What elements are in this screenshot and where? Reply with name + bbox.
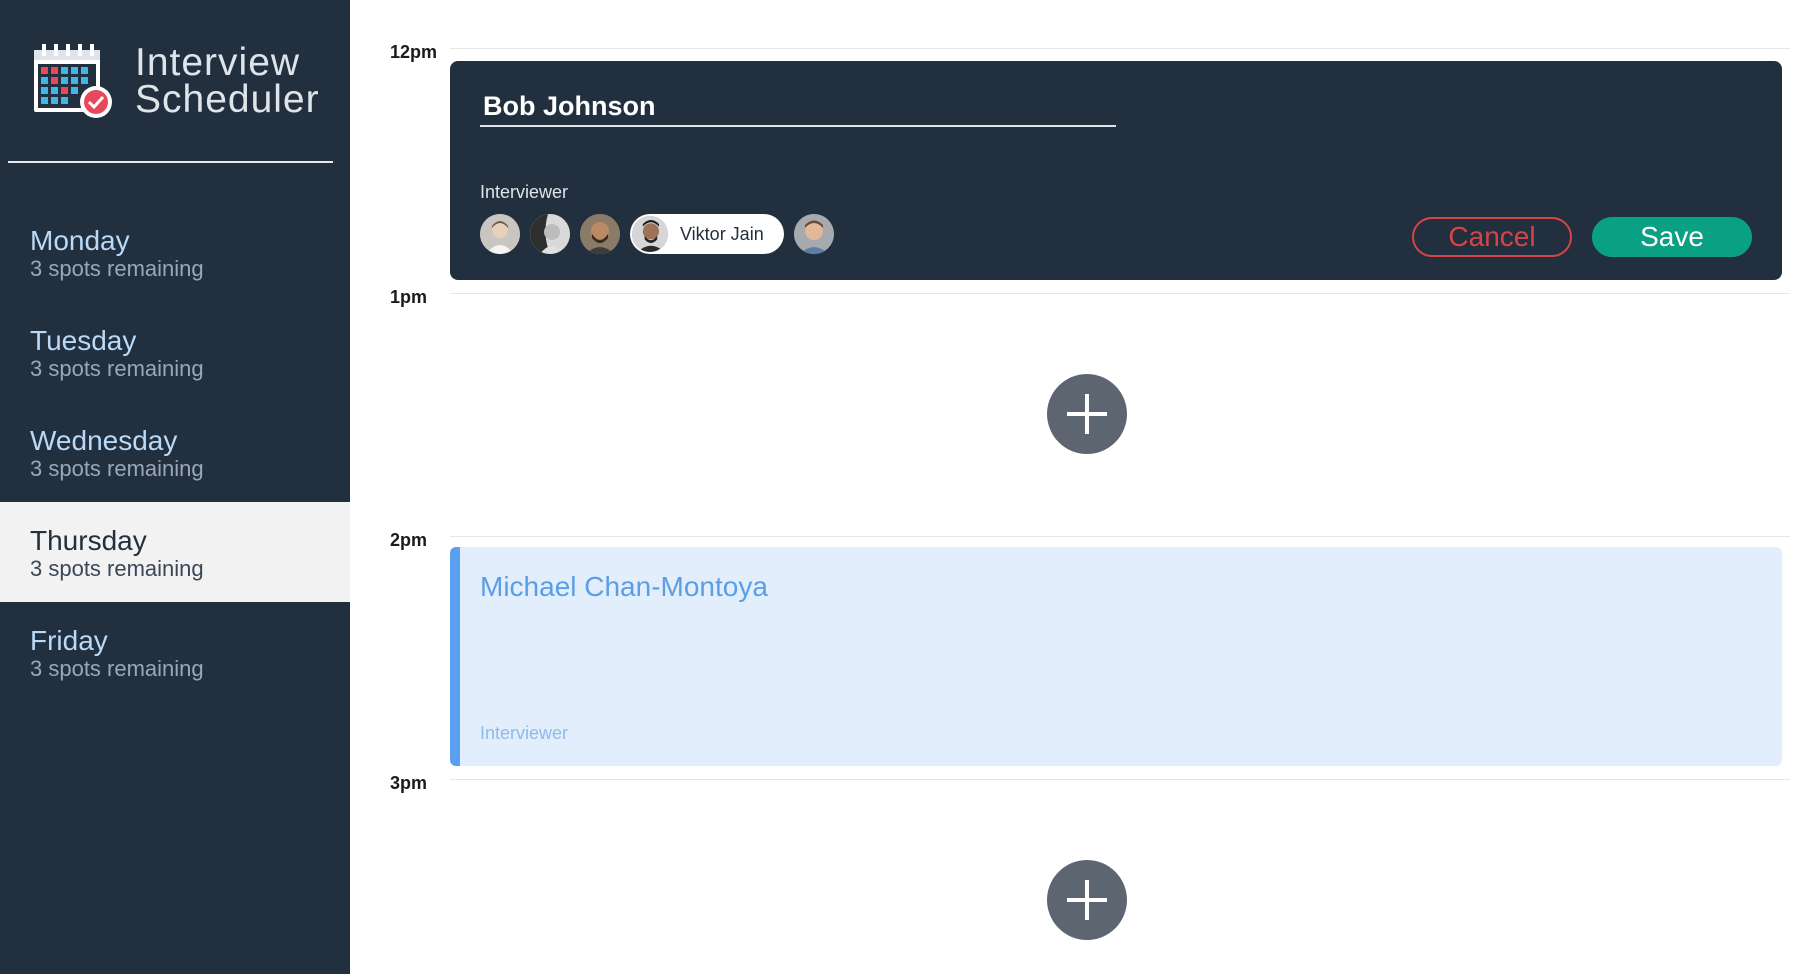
- day-item-friday[interactable]: Friday 3 spots remaining: [0, 602, 350, 702]
- day-spots: 3 spots remaining: [30, 356, 204, 381]
- day-name: Monday: [30, 225, 130, 256]
- hour-separator: [450, 779, 1790, 780]
- appointment-edit-form: Interviewer Viktor Jain Cancel Save: [450, 61, 1782, 280]
- day-spots: 3 spots remaining: [30, 656, 204, 681]
- day-name: Wednesday: [30, 425, 178, 456]
- interviewer-avatar[interactable]: [580, 214, 620, 254]
- interviewer-avatar[interactable]: [480, 214, 520, 254]
- day-list: Monday 3 spots remaining Tuesday 3 spots…: [0, 202, 350, 702]
- hour-separator: [450, 536, 1790, 537]
- sidebar-divider: [8, 161, 333, 163]
- day-item-tuesday[interactable]: Tuesday 3 spots remaining: [0, 302, 350, 402]
- calendar-check-icon: [32, 42, 114, 120]
- interviewer-avatar[interactable]: [793, 214, 834, 254]
- hour-label: 2pm: [390, 530, 428, 550]
- day-item-wednesday[interactable]: Wednesday 3 spots remaining: [0, 402, 350, 502]
- interviewer-name: Viktor Jain: [680, 223, 764, 244]
- day-name: Friday: [30, 625, 108, 656]
- day-name: Tuesday: [30, 325, 137, 356]
- day-item-monday[interactable]: Monday 3 spots remaining: [0, 202, 350, 302]
- plus-icon: [1067, 394, 1107, 434]
- hour-separator: [450, 48, 1790, 49]
- interviewer-selected-chip[interactable]: Viktor Jain: [630, 214, 784, 254]
- hour-separator: [450, 293, 1790, 294]
- add-appointment-button[interactable]: [1047, 860, 1127, 940]
- interviewer-avatar: [632, 216, 668, 252]
- student-name-input[interactable]: [480, 87, 1116, 127]
- schedule: 12pm Interviewer Viktor Jain: [350, 0, 1810, 974]
- interviewer-avatar[interactable]: [530, 214, 570, 254]
- appointment-student: Michael Chan-Montoya: [480, 571, 768, 602]
- interviewer-list: Viktor Jain: [480, 214, 844, 254]
- cancel-button[interactable]: Cancel: [1412, 217, 1572, 257]
- day-name: Thursday: [30, 525, 147, 556]
- hour-label: 1pm: [390, 287, 428, 307]
- app-title-line2: Scheduler: [135, 78, 320, 121]
- sidebar: Interview Scheduler Monday 3 spots remai…: [0, 0, 350, 974]
- appointment-interviewer-label: Interviewer: [480, 723, 569, 743]
- day-item-thursday[interactable]: Thursday 3 spots remaining: [0, 502, 350, 602]
- save-button[interactable]: Save: [1592, 217, 1752, 257]
- hour-label: 12pm: [390, 42, 438, 62]
- appointment-card[interactable]: Michael Chan-Montoya Interviewer: [450, 547, 1782, 766]
- add-appointment-button[interactable]: [1047, 374, 1127, 454]
- plus-icon: [1067, 880, 1107, 920]
- day-spots: 3 spots remaining: [30, 456, 204, 481]
- day-spots: 3 spots remaining: [30, 256, 204, 281]
- interviewer-label: Interviewer: [480, 182, 569, 202]
- app-title: Interview Scheduler: [135, 41, 320, 121]
- day-spots: 3 spots remaining: [30, 556, 204, 581]
- app-title-line1: Interview: [135, 41, 301, 84]
- hour-label: 3pm: [390, 773, 428, 793]
